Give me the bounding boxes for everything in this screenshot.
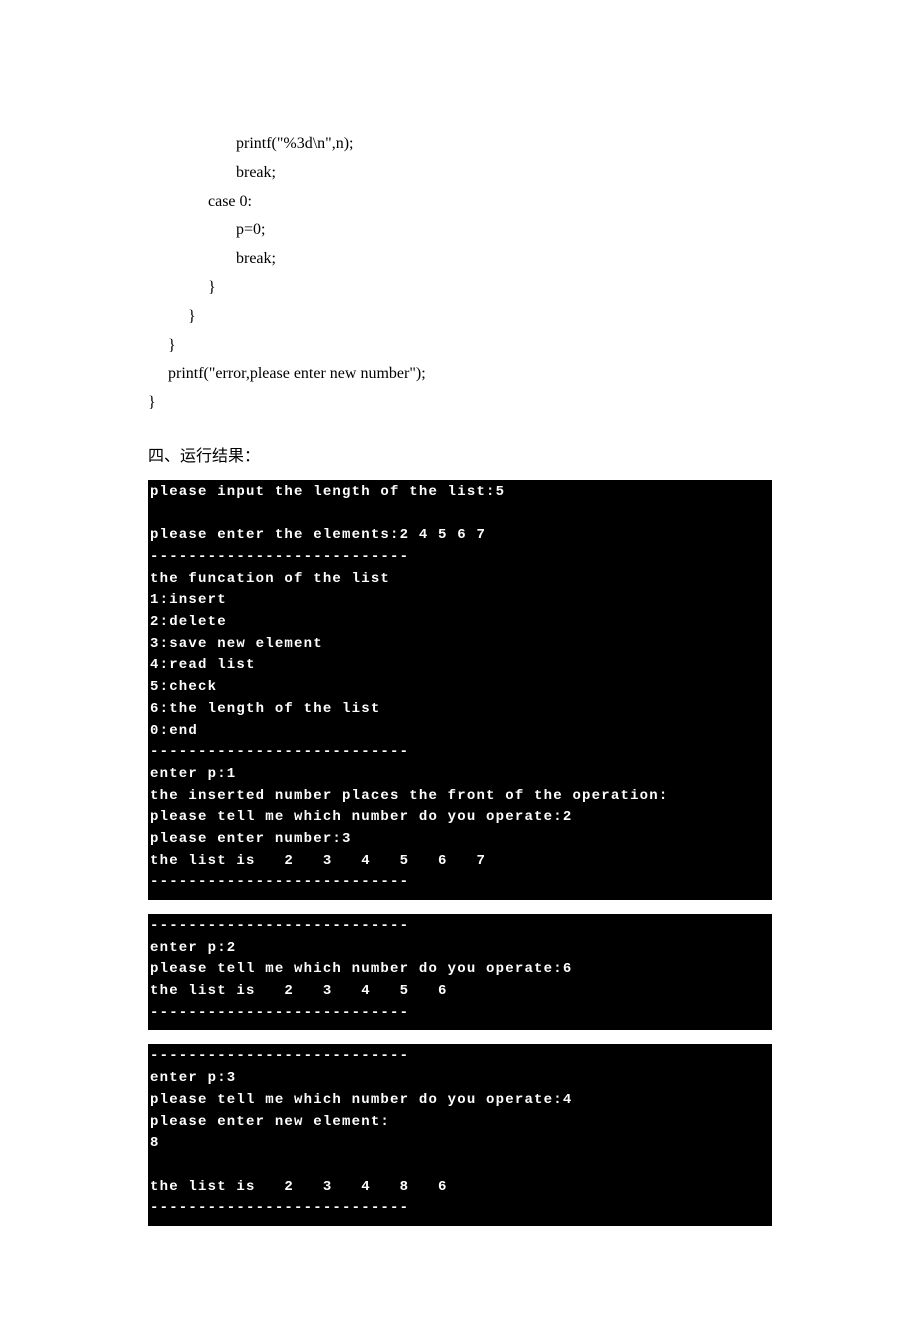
- section-title: 四、运行结果：: [148, 442, 772, 466]
- terminal-output-3: --------------------------- enter p:3 pl…: [148, 1044, 772, 1226]
- source-code-block: printf("%3d\n",n); break; case 0: p=0; b…: [148, 130, 772, 418]
- terminal-output-2: --------------------------- enter p:2 pl…: [148, 914, 772, 1030]
- terminal-output-1: please input the length of the list:5 pl…: [148, 480, 772, 900]
